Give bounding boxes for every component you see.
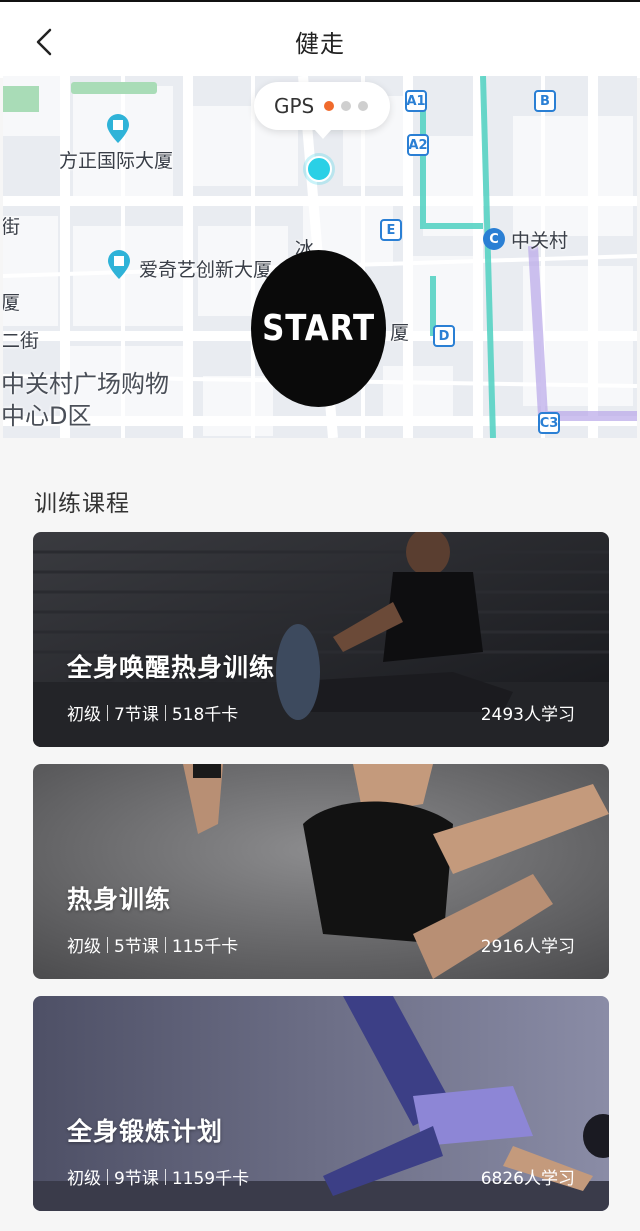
page-title: 健走: [295, 30, 345, 58]
poi-label: 中关村广场购物中心D区: [3, 370, 169, 430]
exit-badge: C3: [538, 412, 560, 434]
poi-label: 街: [3, 216, 21, 238]
course-calories: 1159千卡: [171, 1169, 250, 1189]
course-learners: 2916人学习: [480, 937, 575, 957]
course-lessons: 7节课: [114, 705, 159, 725]
course-title: 全身唤醒热身训练: [67, 653, 276, 682]
gps-label: GPS: [274, 94, 315, 118]
poi-label: 爱奇艺创新大厦: [139, 259, 273, 281]
exit-badge: A2: [407, 134, 429, 156]
section-title: 训练课程: [34, 491, 130, 517]
course-card[interactable]: 热身训练 初级 5节课 115千卡 2916人学习: [33, 764, 609, 979]
course-calories: 518千卡: [171, 705, 239, 725]
poi-label: 二街: [3, 330, 40, 352]
course-meta: 初级 9节课 1159千卡: [67, 1164, 249, 1189]
building-pin-icon: [107, 114, 129, 143]
course-calories: 115千卡: [171, 937, 239, 957]
gps-signal-dot: [358, 101, 369, 111]
metro-icon: C: [483, 228, 505, 250]
gps-signal-dot: [324, 101, 335, 111]
course-meta: 初级 5节课 115千卡: [67, 932, 238, 957]
course-card[interactable]: 全身锻炼计划 初级 9节课 1159千卡 6826人学习: [33, 996, 609, 1211]
course-level: 初级: [67, 937, 101, 957]
course-title: 热身训练: [67, 885, 172, 914]
course-level: 初级: [67, 1169, 101, 1189]
poi-label: 方正国际大厦: [59, 150, 174, 172]
course-learners: 2493人学习: [480, 705, 575, 725]
building-pin-icon: [108, 250, 130, 279]
top-bar: 健走: [0, 0, 640, 78]
course-lessons: 5节课: [114, 937, 159, 957]
exit-badge: D: [433, 325, 455, 347]
start-button[interactable]: START: [250, 250, 387, 407]
course-learners: 6826人学习: [480, 1169, 575, 1189]
course-meta: 初级 7节课 518千卡: [67, 700, 238, 725]
exit-badge: B: [534, 90, 556, 112]
gps-status: GPS: [254, 82, 390, 139]
course-level: 初级: [67, 705, 101, 725]
course-title: 全身锻炼计划: [67, 1117, 224, 1146]
gps-signal-dot: [341, 101, 352, 111]
poi-label: 厦: [390, 322, 410, 344]
course-card[interactable]: 全身唤醒热身训练 初级 7节课 518千卡 2493人学习: [33, 532, 609, 747]
exit-badge: E: [380, 219, 402, 241]
metro-station-label: 中关村: [511, 230, 569, 252]
course-lessons: 9节课: [114, 1169, 159, 1189]
exit-badge: A1: [405, 90, 427, 112]
current-location-marker: [306, 156, 332, 182]
poi-label: 厦: [3, 292, 21, 314]
